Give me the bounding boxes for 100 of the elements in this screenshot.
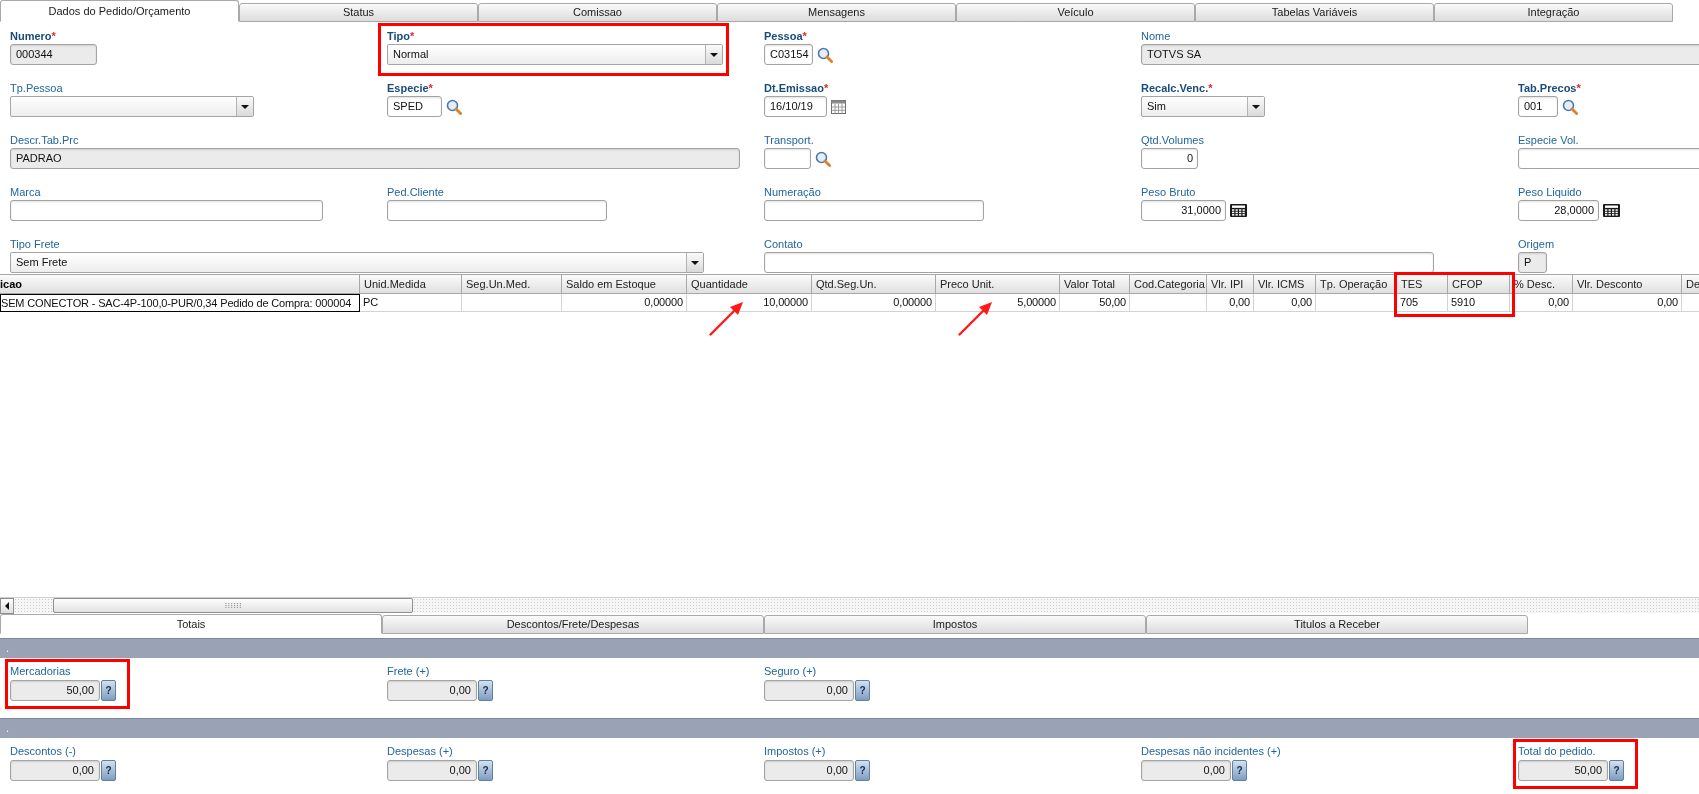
search-icon[interactable] <box>815 150 831 167</box>
field-label: Recalc.Venc.* <box>1141 81 1213 95</box>
field-label: Seguro (+) <box>764 664 817 678</box>
field-label: Qtd.Volumes <box>1141 133 1204 147</box>
tab[interactable]: Tabelas Variáveis <box>1195 3 1434 22</box>
column-header[interactable]: Seg.Un.Med. <box>462 274 562 294</box>
column-header[interactable]: Saldo em Estoque <box>562 274 687 294</box>
input-field[interactable] <box>764 252 1434 273</box>
field-label: Marca <box>10 185 41 199</box>
caret-icon <box>241 104 249 109</box>
column-header[interactable]: CFOP <box>1448 274 1510 294</box>
search-icon[interactable] <box>817 46 833 63</box>
dropdown[interactable]: Sem Frete <box>10 252 704 273</box>
column-header[interactable]: Cod.Categoria <box>1130 274 1207 294</box>
field-label: Pessoa* <box>764 29 807 43</box>
field-label: Despesas não incidentes (+) <box>1141 744 1281 758</box>
column-header[interactable]: Vlr. IPI <box>1207 274 1254 294</box>
input-field[interactable]: 0,00 <box>387 760 477 781</box>
column-header[interactable]: Vlr. ICMS <box>1254 274 1316 294</box>
tab[interactable]: Impostos <box>764 615 1146 634</box>
input-field[interactable] <box>387 200 607 221</box>
scroll-left-button[interactable] <box>0 598 14 614</box>
field-label: Numero* <box>10 29 56 43</box>
input-field[interactable]: 0,00 <box>764 680 854 701</box>
input-field[interactable]: 28,0000 <box>1518 200 1599 221</box>
column-header[interactable]: Preco Unit. <box>936 274 1060 294</box>
field-label: Especie* <box>387 81 433 95</box>
input-field[interactable] <box>1518 148 1699 169</box>
field-label: Ped.Cliente <box>387 185 444 199</box>
help-button[interactable]: ? <box>101 760 116 781</box>
input-field[interactable]: 0 <box>1141 148 1198 169</box>
input-field[interactable]: 50,00 <box>1518 760 1608 781</box>
help-button[interactable]: ? <box>478 680 493 701</box>
search-icon[interactable] <box>1562 98 1578 115</box>
scrollbar-thumb[interactable] <box>53 598 413 613</box>
input-field[interactable] <box>10 200 323 221</box>
help-button[interactable]: ? <box>101 680 116 701</box>
tab[interactable]: Comissao <box>478 3 717 22</box>
field-label: Especie Vol. <box>1518 133 1579 147</box>
tab[interactable]: Status <box>239 3 478 22</box>
field-label: Descr.Tab.Prc <box>10 133 79 147</box>
search-icon[interactable] <box>446 98 462 115</box>
field-label: Total do pedido. <box>1518 744 1596 758</box>
column-header[interactable]: icao <box>0 274 360 294</box>
caret-icon <box>710 52 718 57</box>
dropdown[interactable]: Normal <box>387 44 723 65</box>
input-field[interactable]: 0,00 <box>764 760 854 781</box>
field-label: Frete (+) <box>387 664 430 678</box>
calendar-icon[interactable] <box>831 99 846 114</box>
column-header[interactable]: De <box>1682 274 1699 294</box>
section-header: . <box>0 718 1699 738</box>
column-header[interactable]: Tp. Operação <box>1316 274 1397 294</box>
tab[interactable]: Dados do Pedido/Orçamento <box>0 0 239 22</box>
column-header[interactable]: Unid.Medida <box>360 274 462 294</box>
tab[interactable]: Integração <box>1434 3 1673 22</box>
field-label: Numeração <box>764 185 821 199</box>
column-header[interactable]: Qtd.Seg.Un. <box>812 274 936 294</box>
help-button[interactable]: ? <box>855 760 870 781</box>
input-field[interactable] <box>764 148 811 169</box>
column-header[interactable]: Vlr. Desconto <box>1573 274 1682 294</box>
input-field[interactable]: SPED <box>387 96 442 117</box>
input-field[interactable]: C03154 <box>764 44 813 65</box>
field-label: Origem <box>1518 237 1555 251</box>
tab[interactable]: Totais <box>0 614 382 634</box>
field-label: Tab.Precos* <box>1518 81 1581 95</box>
help-button[interactable]: ? <box>478 760 493 781</box>
column-header[interactable]: Quantidade <box>687 274 812 294</box>
field-label: Despesas (+) <box>387 744 453 758</box>
input-field[interactable]: 16/10/19 <box>764 96 827 117</box>
tab[interactable]: Descontos/Frete/Despesas <box>382 615 764 634</box>
field-label: Tp.Pessoa <box>10 81 63 95</box>
tab[interactable]: Veículo <box>956 3 1195 22</box>
caret-icon <box>691 260 699 265</box>
grip-icon <box>224 603 242 608</box>
caret-left-icon <box>5 602 9 610</box>
field-label: Peso Liquido <box>1518 185 1582 199</box>
input-field[interactable]: 0,00 <box>1141 760 1231 781</box>
help-button[interactable]: ? <box>1232 760 1247 781</box>
calculator-icon[interactable] <box>1603 204 1620 217</box>
input-field[interactable]: 0,00 <box>387 680 477 701</box>
field-label: Transport. <box>764 133 814 147</box>
column-header[interactable]: TES <box>1397 274 1448 294</box>
input-field[interactable]: 001 <box>1518 96 1558 117</box>
field-label: Tipo Frete <box>10 237 60 251</box>
help-button[interactable]: ? <box>855 680 870 701</box>
dropdown[interactable] <box>10 96 254 117</box>
input-field[interactable] <box>764 200 984 221</box>
field-label: Impostos (+) <box>764 744 826 758</box>
calculator-icon[interactable] <box>1230 204 1247 217</box>
field-label: Dt.Emissao* <box>764 81 829 95</box>
tab[interactable]: Titulos a Receber <box>1146 615 1528 634</box>
input-field[interactable]: 31,0000 <box>1141 200 1226 221</box>
column-header[interactable]: Valor Total <box>1060 274 1130 294</box>
tab[interactable]: Mensagens <box>717 3 956 22</box>
dropdown[interactable]: Sim <box>1141 96 1265 117</box>
section-header: . <box>0 638 1699 658</box>
input-field[interactable]: 0,00 <box>10 760 100 781</box>
input-field[interactable]: 50,00 <box>10 680 100 701</box>
help-button[interactable]: ? <box>1609 760 1624 781</box>
table-cell: SEM CONECTOR - SAC-4P-100,0-PUR/0,34 Pedido de Compra: 000004 <box>0 294 360 312</box>
